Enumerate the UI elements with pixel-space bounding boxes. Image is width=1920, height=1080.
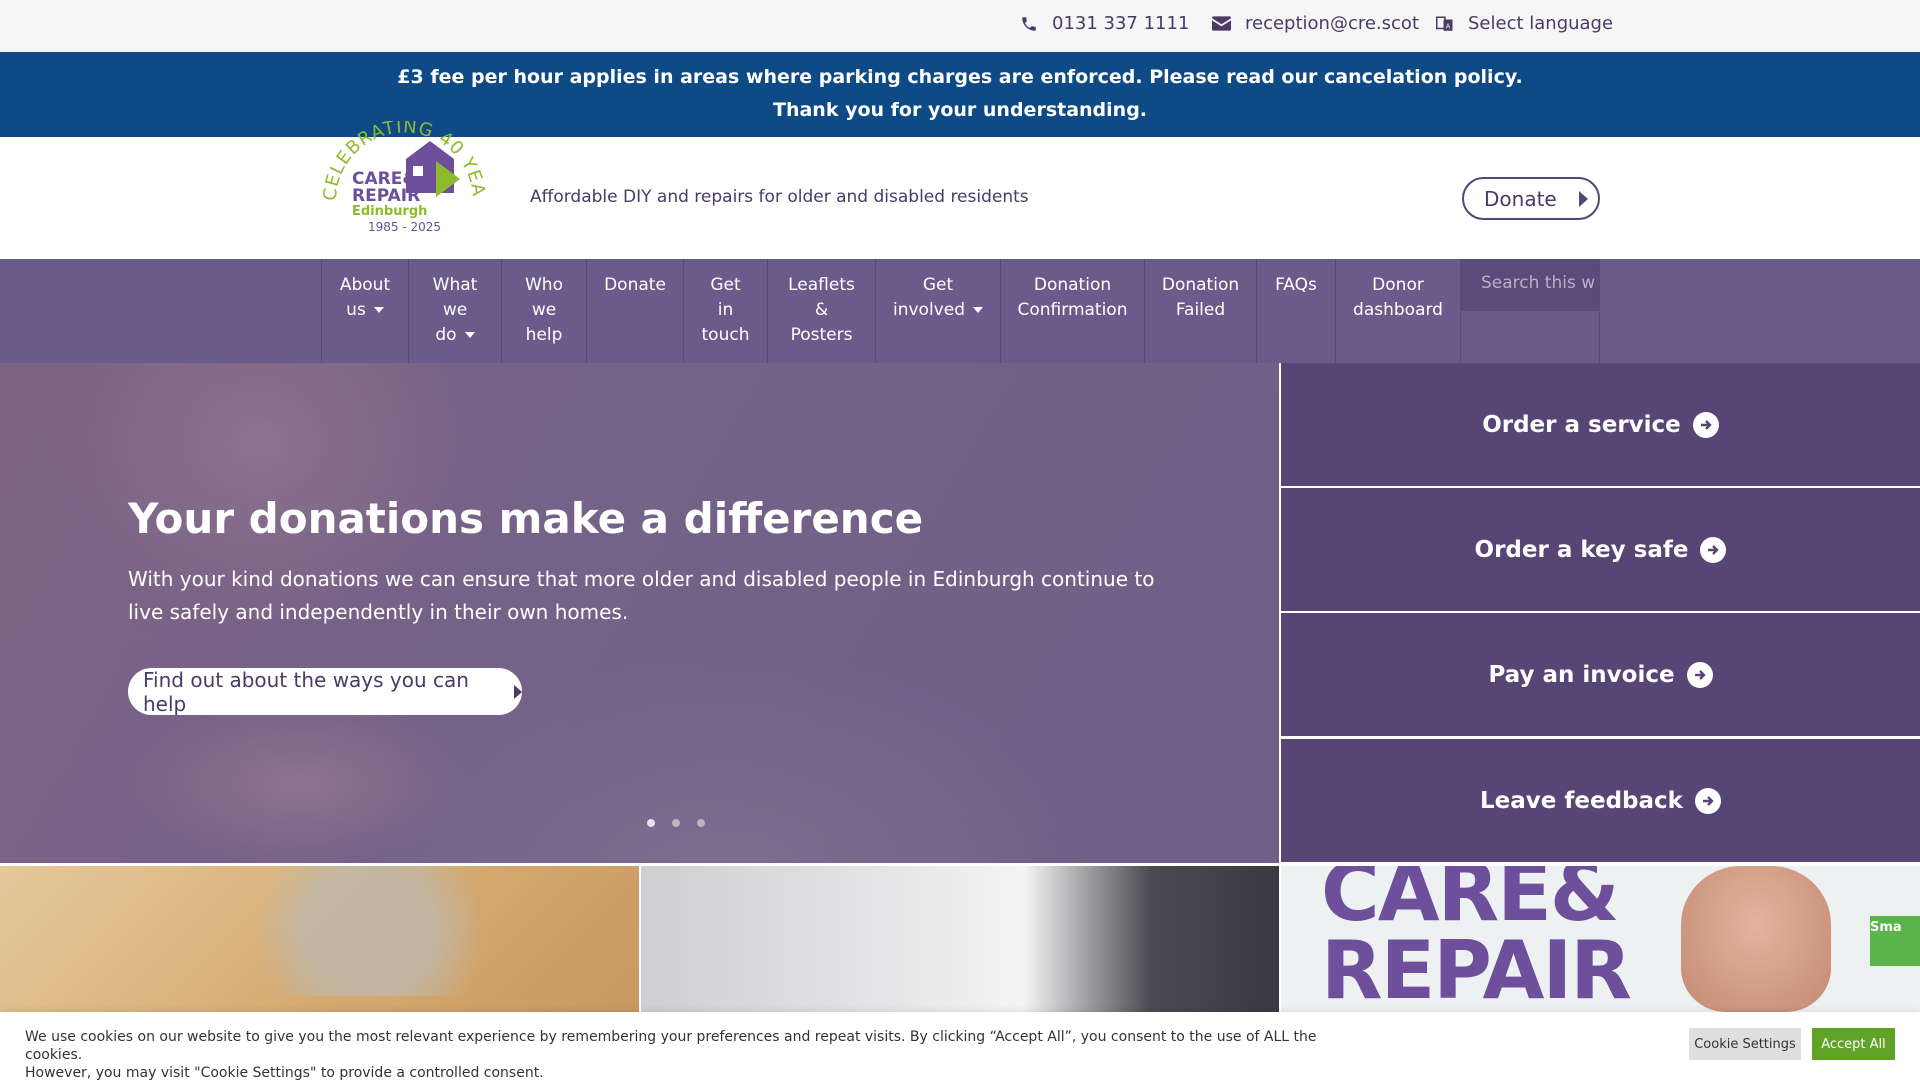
- person-photo: [1681, 866, 1831, 1012]
- nav-label: we: [442, 300, 468, 320]
- site-tagline: Affordable DIY and repairs for older and…: [530, 187, 1029, 207]
- donate-button-label: Donate: [1484, 186, 1557, 211]
- nav-label: Posters: [790, 325, 853, 345]
- slider-dot-2[interactable]: [672, 819, 680, 827]
- nav-item-donation-failed[interactable]: Donation Failed: [1144, 259, 1256, 363]
- nav-label: touch: [701, 325, 750, 345]
- nav-label: FAQs: [1275, 275, 1317, 295]
- nav-item-donate[interactable]: Donate: [586, 259, 683, 363]
- green-sign: Sma: [1870, 916, 1920, 966]
- arrow-circle-right-icon: [1694, 787, 1721, 814]
- top-bar: 0131 337 1111 reception@cre.scot A Selec…: [0, 0, 1920, 52]
- arrow-circle-right-icon: [1692, 411, 1719, 438]
- caret-down-icon: [973, 307, 983, 313]
- quick-link-label: Order a service: [1482, 411, 1681, 438]
- nav-item-donor-dashboard[interactable]: Donor dashboard: [1335, 259, 1460, 363]
- logo-years-text: 1985 - 2025: [368, 220, 441, 234]
- caret-right-icon: [1578, 190, 1588, 207]
- logo-repair-text: REPAIR: [352, 186, 420, 206]
- language-label: Select language: [1468, 13, 1614, 34]
- notice-banner: £3 fee per hour applies in areas where p…: [0, 52, 1920, 137]
- search-input[interactable]: Search this w: [1461, 259, 1599, 311]
- main-nav: About us What we do Who we help Donate G…: [0, 259, 1920, 363]
- site-logo[interactable]: CELEBRATING 40 YEARS CARE& REPAIR Edinbu…: [318, 121, 490, 241]
- diy-hardware-image[interactable]: [0, 866, 639, 1012]
- quick-link-label: Pay an invoice: [1488, 661, 1675, 688]
- arrow-circle-right-icon: [1686, 661, 1713, 688]
- nav-label: Get: [710, 275, 741, 295]
- notice-line-1: £3 fee per hour applies in areas where p…: [397, 66, 1523, 88]
- key-safe-image[interactable]: CARE& REPAIR Sma: [1281, 866, 1920, 1012]
- nav-label: About: [339, 275, 391, 295]
- translate-icon: A: [1436, 16, 1453, 31]
- envelope-icon: [1212, 16, 1231, 31]
- nav-label: Confirmation: [1017, 300, 1128, 320]
- quick-link-label: Leave feedback: [1480, 787, 1683, 814]
- nav-item-who-we-help[interactable]: Who we help: [501, 259, 586, 363]
- cookie-settings-button[interactable]: Cookie Settings: [1689, 1028, 1801, 1060]
- nav-label: &: [814, 300, 829, 320]
- nav-label: Donor: [1372, 275, 1424, 295]
- hero-cta-button[interactable]: Find out about the ways you can help: [128, 667, 522, 716]
- nav-label: What: [432, 275, 478, 295]
- nav-search: Search this w: [1460, 259, 1600, 363]
- phone-link[interactable]: 0131 337 1111: [1020, 13, 1189, 34]
- hero-slider: Your donations make a difference With yo…: [0, 363, 1279, 863]
- phone-icon: [1022, 16, 1036, 31]
- quick-link-order-service[interactable]: Order a service: [1281, 363, 1920, 486]
- nav-label: involved: [893, 300, 965, 320]
- nav-label: us: [346, 300, 366, 320]
- notice-line-2: Thank you for your understanding.: [772, 99, 1148, 121]
- nav-item-get-in-touch[interactable]: Get in touch: [683, 259, 767, 363]
- hero-title: Your donations make a difference: [128, 494, 924, 543]
- door-handle-image[interactable]: [641, 866, 1279, 1012]
- email-address: reception@cre.scot: [1245, 13, 1419, 34]
- hero-body: With your kind donations we can ensure t…: [128, 567, 1155, 624]
- nav-label: we: [531, 300, 557, 320]
- slider-dot-1[interactable]: [647, 819, 655, 827]
- banner-text: CARE& REPAIR: [1321, 866, 1632, 1012]
- email-link[interactable]: reception@cre.scot: [1212, 13, 1419, 34]
- nav-label: in: [717, 300, 734, 320]
- arrow-circle-right-icon: [1700, 536, 1727, 563]
- site-header: CELEBRATING 40 YEARS CARE& REPAIR Edinbu…: [0, 121, 1920, 259]
- nav-item-about-us[interactable]: About us: [321, 259, 408, 363]
- caret-down-icon: [464, 332, 475, 338]
- slider-dot-3[interactable]: [697, 819, 705, 827]
- svg-text:A: A: [1446, 22, 1451, 30]
- nav-label: Who: [525, 275, 563, 295]
- screws-pile: [220, 866, 520, 996]
- nav-item-get-involved[interactable]: Get involved: [875, 259, 1000, 363]
- nav-label: dashboard: [1353, 300, 1443, 320]
- nav-label: Donation: [1161, 275, 1240, 295]
- nav-label: Donate: [604, 275, 666, 295]
- nav-item-leaflets-posters[interactable]: Leaflets & Posters: [767, 259, 875, 363]
- phone-number: 0131 337 1111: [1052, 13, 1190, 34]
- quick-links: Order a service Order a key safe Pay an …: [1279, 363, 1920, 863]
- caret-right-icon: [514, 684, 522, 699]
- nav-item-faqs[interactable]: FAQs: [1256, 259, 1335, 363]
- nav-item-what-we-do[interactable]: What we do: [408, 259, 501, 363]
- nav-label: do: [435, 325, 457, 345]
- quick-link-leave-feedback[interactable]: Leave feedback: [1281, 739, 1920, 862]
- logo-city-text: Edinburgh: [352, 204, 427, 219]
- nav-label: Failed: [1175, 300, 1226, 320]
- caret-down-icon: [373, 307, 384, 313]
- nav-label: Donation: [1033, 275, 1112, 295]
- nav-label: Get: [922, 275, 954, 295]
- nav-item-donation-confirmation[interactable]: Donation Confirmation: [1000, 259, 1144, 363]
- accept-all-button[interactable]: Accept All: [1812, 1028, 1895, 1060]
- slider-dots: [647, 819, 705, 827]
- quick-link-label: Order a key safe: [1474, 536, 1689, 563]
- cookie-banner: We use cookies on our website to give yo…: [0, 1012, 1920, 1080]
- quick-link-pay-invoice[interactable]: Pay an invoice: [1281, 613, 1920, 736]
- cookie-text: We use cookies on our website to give yo…: [25, 1029, 1317, 1080]
- quick-link-order-key-safe[interactable]: Order a key safe: [1281, 488, 1920, 611]
- nav-label: Leaflets: [788, 275, 855, 295]
- language-selector[interactable]: A Select language: [1436, 13, 1613, 34]
- donate-button[interactable]: Donate: [1462, 177, 1600, 220]
- nav-label: help: [525, 325, 563, 345]
- hero-cta-label: Find out about the ways you can help: [143, 667, 469, 716]
